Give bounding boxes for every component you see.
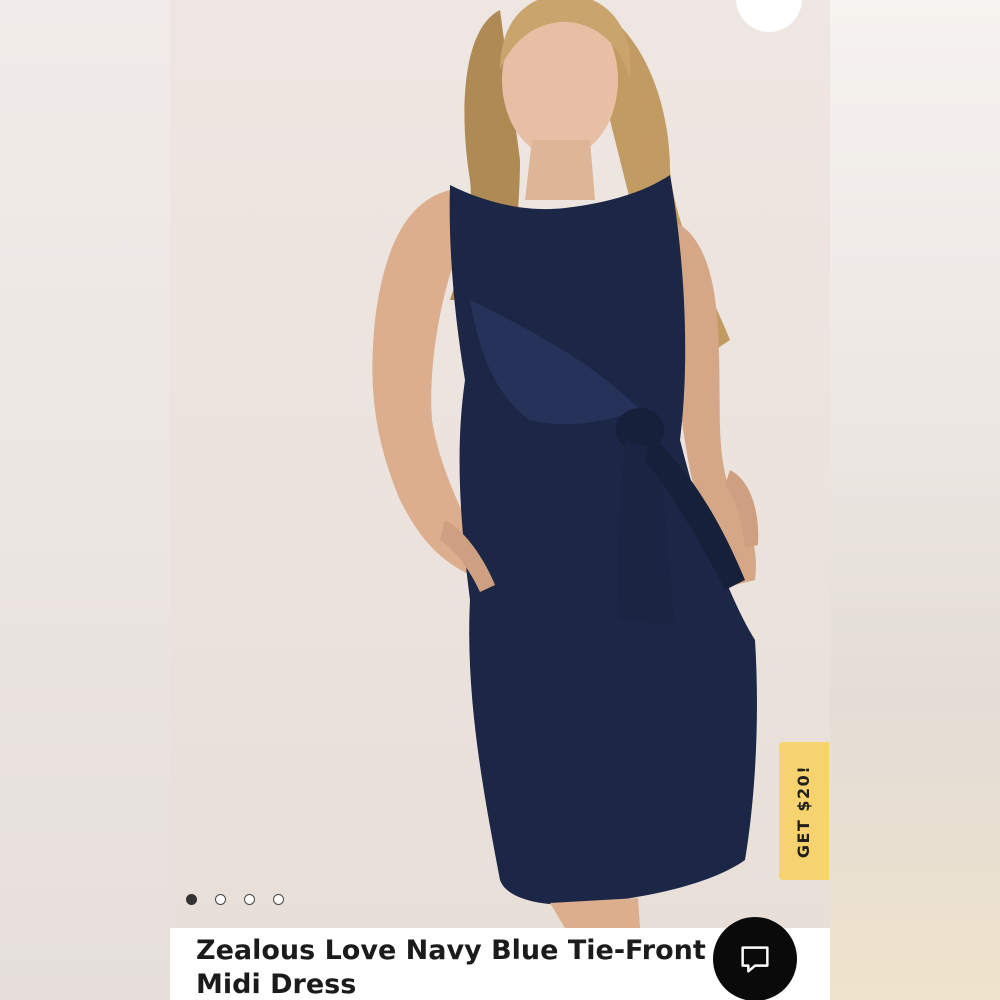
background-right: [830, 0, 1000, 1000]
carousel-dot[interactable]: [273, 894, 284, 905]
product-screen: GET $20! Zealous Love Navy Blue Tie-Fron…: [170, 0, 830, 1000]
model-illustration: [372, 0, 759, 928]
carousel-dot[interactable]: [244, 894, 255, 905]
product-title: Zealous Love Navy Blue Tie-Front Midi Dr…: [196, 935, 706, 1000]
promo-tab[interactable]: GET $20!: [779, 742, 829, 880]
promo-label: GET $20!: [794, 764, 814, 858]
carousel-dot[interactable]: [215, 894, 226, 905]
carousel-dot[interactable]: [186, 894, 197, 905]
screen: GET $20! Zealous Love Navy Blue Tie-Fron…: [0, 0, 1000, 1000]
product-photo[interactable]: GET $20!: [170, 0, 830, 928]
product-title-area: Zealous Love Navy Blue Tie-Front Midi Dr…: [196, 934, 736, 1000]
carousel-indicator: [186, 894, 284, 905]
chat-bubble-icon: [741, 946, 769, 973]
chat-button[interactable]: [713, 917, 797, 1000]
background-left: [0, 0, 170, 1000]
